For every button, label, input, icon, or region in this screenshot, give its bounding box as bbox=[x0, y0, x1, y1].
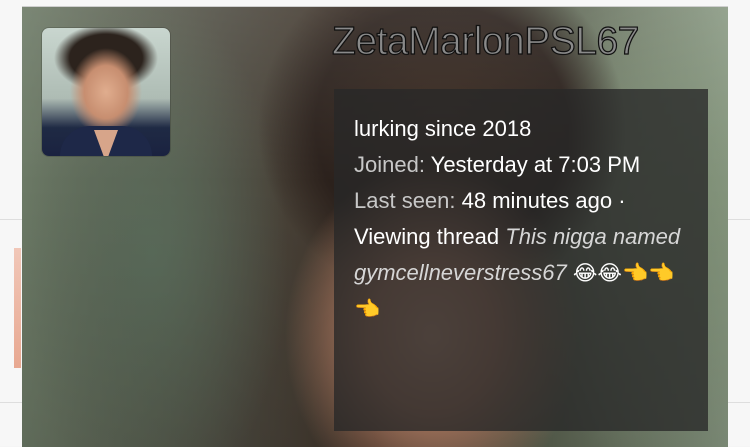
separator: · bbox=[618, 188, 626, 213]
avatar[interactable] bbox=[42, 28, 170, 156]
joined-label: Joined: bbox=[354, 152, 425, 177]
member-tooltip: ZetaMarlonPSL67 lurking since 2018 Joine… bbox=[22, 6, 728, 447]
joined-value: Yesterday at 7:03 PM bbox=[430, 152, 641, 177]
member-info-box: lurking since 2018 Joined: Yesterday at … bbox=[334, 89, 708, 431]
activity-prefix: Viewing thread bbox=[354, 224, 500, 249]
page-edge-accent bbox=[14, 248, 21, 368]
last-seen-value: 48 minutes ago bbox=[461, 188, 613, 213]
custom-title: lurking since 2018 bbox=[354, 116, 532, 141]
last-seen-label: Last seen: bbox=[354, 188, 456, 213]
last-seen-row: Last seen: 48 minutes ago · Viewing thre… bbox=[354, 183, 688, 327]
joined-row: Joined: Yesterday at 7:03 PM bbox=[354, 147, 688, 183]
username-link[interactable]: ZetaMarlonPSL67 bbox=[331, 19, 640, 65]
